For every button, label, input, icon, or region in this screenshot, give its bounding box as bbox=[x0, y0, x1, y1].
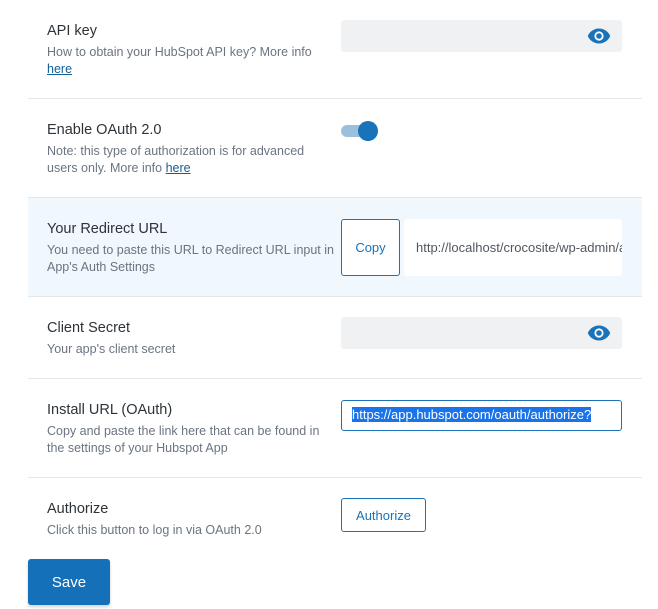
oauth-row: Enable OAuth 2.0 Note: this type of auth… bbox=[28, 99, 642, 198]
oauth-label-group: Enable OAuth 2.0 Note: this type of auth… bbox=[47, 121, 337, 177]
api-key-desc: How to obtain your HubSpot API key? More… bbox=[47, 44, 337, 78]
settings-page: API key How to obtain your HubSpot API k… bbox=[0, 0, 658, 609]
install-url-input[interactable]: https://app.hubspot.com/oauth/authorize? bbox=[341, 400, 622, 431]
copy-button[interactable]: Copy bbox=[341, 219, 400, 276]
eye-icon[interactable] bbox=[587, 27, 611, 45]
client-secret-row: Client Secret Your app's client secret bbox=[28, 297, 642, 379]
api-key-label-group: API key How to obtain your HubSpot API k… bbox=[47, 22, 337, 78]
oauth-toggle[interactable] bbox=[341, 121, 379, 141]
authorize-button[interactable]: Authorize bbox=[341, 498, 426, 532]
client-secret-desc: Your app's client secret bbox=[47, 342, 176, 356]
oauth-more-info-link[interactable]: here bbox=[166, 161, 191, 175]
redirect-label-group: Your Redirect URL You need to paste this… bbox=[47, 220, 337, 276]
client-secret-input[interactable] bbox=[341, 317, 622, 349]
api-key-more-info-link[interactable]: here bbox=[47, 62, 72, 76]
redirect-url-row: Your Redirect URL You need to paste this… bbox=[28, 198, 642, 297]
client-secret-title: Client Secret bbox=[47, 320, 131, 336]
redirect-url-field[interactable]: http://localhost/crocosite/wp-admin/admi… bbox=[404, 219, 622, 276]
eye-icon[interactable] bbox=[587, 324, 611, 342]
save-button[interactable]: Save bbox=[28, 559, 110, 605]
install-url-value: https://app.hubspot.com/oauth/authorize? bbox=[352, 407, 592, 422]
oauth-desc: Note: this type of authorization is for … bbox=[47, 143, 337, 177]
authorize-desc: Click this button to log in via OAuth 2.… bbox=[47, 523, 262, 537]
authorize-label-group: Authorize Click this button to log in vi… bbox=[47, 500, 337, 539]
install-url-desc: Copy and paste the link here that can be… bbox=[47, 424, 320, 455]
api-key-title: API key bbox=[47, 23, 97, 39]
oauth-title: Enable OAuth 2.0 bbox=[47, 122, 162, 138]
authorize-title: Authorize bbox=[47, 501, 109, 517]
api-key-desc-text: How to obtain your HubSpot API key? More… bbox=[47, 45, 312, 59]
client-secret-label-group: Client Secret Your app's client secret bbox=[47, 319, 337, 358]
api-key-input[interactable] bbox=[341, 20, 622, 52]
install-url-title: Install URL (OAuth) bbox=[47, 402, 173, 418]
redirect-title: Your Redirect URL bbox=[47, 221, 168, 237]
install-url-row: Install URL (OAuth) Copy and paste the l… bbox=[28, 379, 642, 478]
redirect-desc: You need to paste this URL to Redirect U… bbox=[47, 243, 334, 274]
toggle-knob bbox=[358, 121, 378, 141]
authorize-row: Authorize Click this button to log in vi… bbox=[28, 478, 642, 554]
api-key-row: API key How to obtain your HubSpot API k… bbox=[28, 0, 642, 99]
install-url-label-group: Install URL (OAuth) Copy and paste the l… bbox=[47, 401, 337, 457]
